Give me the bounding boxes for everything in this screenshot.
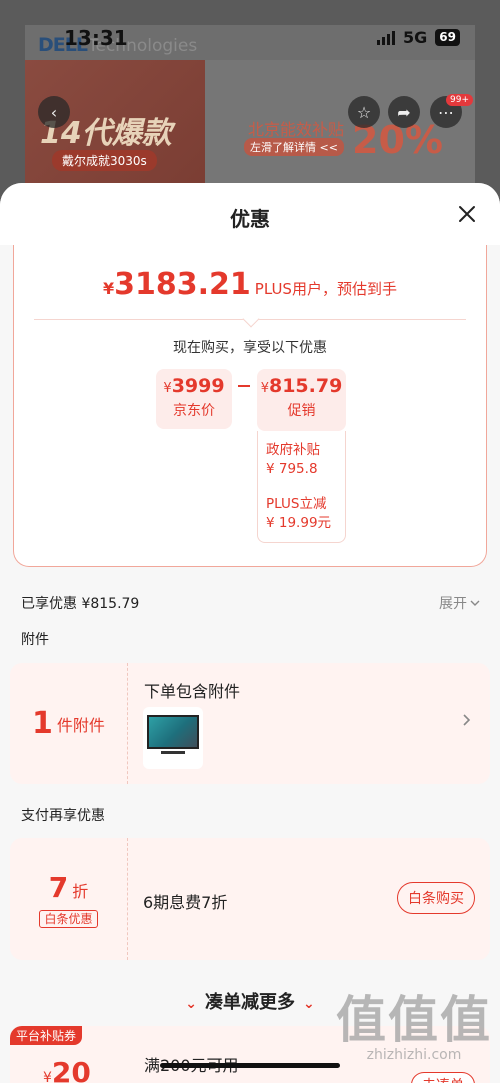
baitiao-buy-button[interactable]: 白条购买 — [397, 882, 475, 914]
enjoyed-discount: 已享优惠 ¥815.79 — [21, 596, 140, 612]
chevron-icon: ⌄ — [185, 996, 197, 1012]
accessories-card[interactable]: 1 件附件 下单包含附件 — [10, 663, 490, 784]
monitor-image — [147, 715, 199, 749]
sheet-header: 优惠 — [0, 183, 500, 245]
notify-badge: 99+ — [446, 94, 473, 106]
chevron-icon: ⌄ — [303, 996, 315, 1012]
share-icon[interactable]: ➦ — [388, 96, 420, 128]
monitor-stand — [161, 751, 185, 754]
watermark: 值值值 zhizhizhi.com — [336, 993, 492, 1063]
promotion-breakdown: 政府补贴 ¥ 795.8 PLUS立减 ¥ 19.99元 — [257, 431, 346, 543]
final-price-note: PLUS用户，预估到手 — [254, 280, 397, 298]
battery-icon: 69 — [435, 29, 460, 46]
close-icon[interactable] — [456, 203, 478, 225]
expand-button[interactable]: 展开 — [439, 593, 480, 613]
watermark-url: zhizhizhi.com — [366, 1047, 462, 1063]
back-icon[interactable]: ‹ — [38, 96, 70, 128]
final-price-currency: ¥ — [103, 279, 115, 298]
final-price-row: ¥3183.21 PLUS用户，预估到手 — [14, 267, 486, 302]
accessories-label: 附件 — [21, 632, 49, 648]
promo-region: 北京能效补贴 — [248, 120, 345, 139]
payment-card: 7折 白条优惠 6期息费7折 白条购买 — [10, 838, 490, 960]
discount-sheet: 优惠 ¥3183.21 PLUS用户，预估到手 现在购买，享受以下优惠 ¥3999… — [0, 183, 500, 1083]
payment-label: 支付再享优惠 — [21, 808, 105, 824]
discount-intro: 现在购买，享受以下优惠 — [173, 340, 327, 356]
watermark-logo: 值值值 — [336, 991, 492, 1049]
status-time: 13:31 — [64, 26, 128, 50]
payment-tag: 白条优惠 — [39, 909, 98, 928]
add-items-button[interactable]: 去凑单 — [411, 1072, 475, 1083]
sheet-title: 优惠 — [230, 207, 270, 231]
promotion-amount: ¥815.79 — [260, 375, 343, 397]
breakdown-item: PLUS立减 ¥ 19.99元 — [266, 496, 332, 531]
price-summary-card: ¥3183.21 PLUS用户，预估到手 现在购买，享受以下优惠 ¥3999 京东… — [13, 245, 487, 567]
coupon-amount: ¥20 — [43, 1056, 91, 1083]
promo-model: 戴尔成就3030s — [52, 150, 157, 171]
jd-price: ¥3999 — [163, 375, 225, 397]
promo-detail: 左滑了解详情 << — [244, 138, 344, 156]
payment-description: 6期息费7折 — [143, 893, 228, 912]
background-product-page: DELL Technologies 13:31 5G 69 14代爆款 戴尔成就… — [0, 0, 500, 200]
breakdown-item: 政府补贴 ¥ 795.8 — [266, 442, 320, 477]
monitor-thumbnail — [143, 707, 203, 769]
accessory-title: 下单包含附件 — [144, 682, 241, 701]
jd-price-box: ¥3999 京东价 — [156, 369, 232, 429]
promotion-box: ¥815.79 促销 — [257, 369, 346, 431]
favorite-icon[interactable]: ☆ — [348, 96, 380, 128]
home-indicator[interactable] — [160, 1063, 340, 1068]
coupon-tag: 平台补贴券 — [10, 1026, 83, 1045]
signal-icon — [377, 30, 396, 45]
status-indicators: 5G 69 — [377, 28, 460, 47]
minus-sign — [238, 385, 250, 387]
divider-notch — [242, 310, 260, 328]
final-price: 3183.21 — [114, 267, 251, 302]
expand-label: 展开 — [439, 596, 467, 612]
accessory-count: 1 件附件 — [10, 663, 128, 784]
payment-discount: 7折 白条优惠 — [10, 838, 128, 960]
chevron-right-icon — [463, 714, 471, 726]
chevron-down-icon — [470, 600, 480, 606]
network-label: 5G — [403, 28, 428, 47]
promotion-label: 促销 — [287, 403, 316, 419]
jd-price-label: 京东价 — [173, 403, 215, 419]
